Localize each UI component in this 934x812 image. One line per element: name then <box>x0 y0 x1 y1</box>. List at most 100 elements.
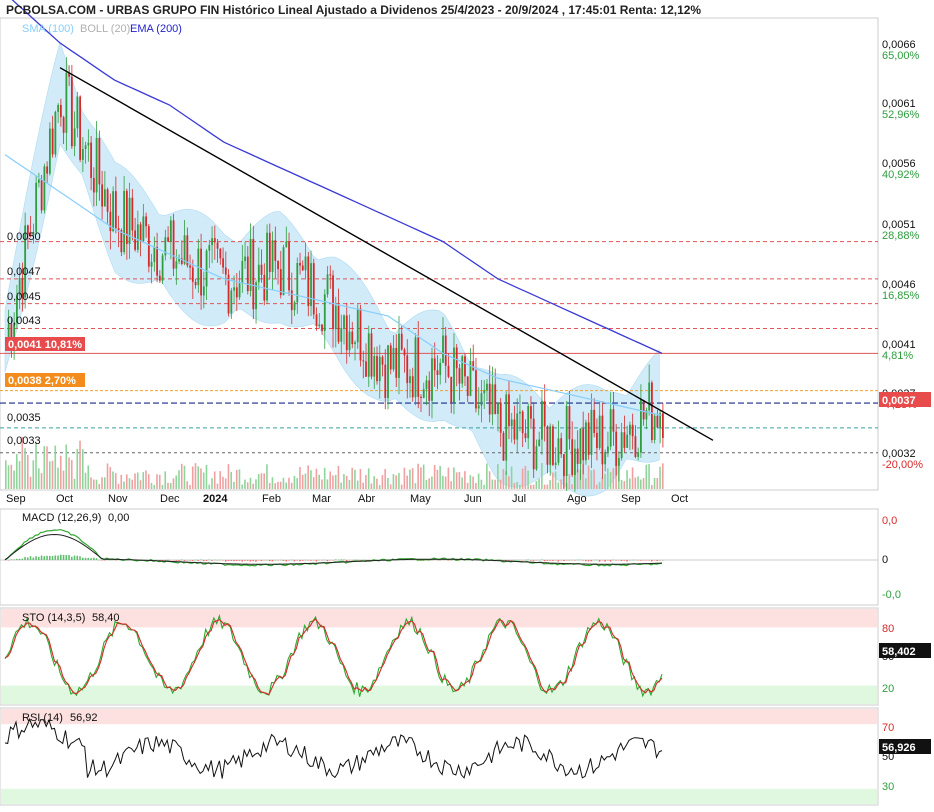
macd-histogram-bar <box>653 560 656 561</box>
candle-body <box>136 224 139 250</box>
volume-bar <box>502 469 505 489</box>
macd-histogram-bar <box>169 560 172 561</box>
macd-histogram-bar <box>293 560 296 562</box>
candle-body <box>491 384 494 415</box>
candle-body <box>296 262 299 303</box>
volume-bar <box>648 464 650 489</box>
volume-bar <box>315 468 318 489</box>
volume-bar <box>340 482 342 489</box>
volume-bar <box>46 446 48 489</box>
candle-body <box>631 424 634 437</box>
macd-histogram-bar <box>81 557 84 560</box>
candle-body <box>530 406 532 419</box>
legend-sma: SMA (100) <box>22 23 74 35</box>
candle-body <box>191 267 194 282</box>
macd-histogram-bar <box>87 557 90 560</box>
candle-body <box>79 96 82 160</box>
macd-histogram-bar <box>241 560 244 562</box>
candle-body <box>244 256 246 262</box>
macd-histogram-bar <box>554 560 557 561</box>
candle-body <box>246 256 249 292</box>
macd-histogram-bar <box>513 559 516 561</box>
volume-bar <box>164 471 167 489</box>
macd-histogram-bar <box>271 560 274 562</box>
volume-bar <box>631 467 634 489</box>
candle-body <box>585 422 587 461</box>
candle-body <box>238 283 241 298</box>
level-label-0043: 0,0043 <box>7 315 41 327</box>
volume-bar <box>238 469 241 489</box>
volume-bar <box>431 476 433 489</box>
candle-body <box>607 446 609 452</box>
macd-histogram-bar <box>180 559 183 560</box>
candle-body <box>81 148 84 160</box>
price-ticks: 0,0066 65,00% 0,0061 52,96% 0,0056 40,92… <box>879 39 931 471</box>
macd-histogram-bar <box>601 560 604 561</box>
candle-body <box>189 265 191 268</box>
candle-body <box>587 422 590 455</box>
volume-bar <box>260 473 263 489</box>
volume-bar <box>659 466 661 489</box>
price-pct: 28,88% <box>882 230 920 242</box>
volume-bar <box>277 481 279 489</box>
candle-body <box>125 190 128 245</box>
volume-bar <box>527 470 529 489</box>
candle-body <box>560 438 563 455</box>
macd-histogram-bar <box>579 559 582 561</box>
macd-histogram-bar <box>615 560 617 561</box>
volume-bar <box>134 473 136 489</box>
volume-bar <box>266 464 268 489</box>
volume-bar <box>598 482 601 489</box>
macd-histogram-bar <box>37 556 40 560</box>
candle-body <box>131 197 134 231</box>
macd-histogram-bar <box>216 560 219 561</box>
macd-histogram-bar <box>90 558 92 560</box>
candle-body <box>354 342 356 345</box>
candle-body <box>442 335 444 363</box>
candle-body <box>37 179 40 183</box>
macd-histogram-bar <box>510 560 513 561</box>
candle-body <box>370 333 373 377</box>
macd-histogram-bar <box>70 556 73 560</box>
candle-body <box>46 166 49 174</box>
candle-body <box>288 241 290 291</box>
candle-body <box>142 216 145 242</box>
candle-body <box>574 448 576 475</box>
candle-body <box>568 406 571 440</box>
volume-bar <box>117 483 120 489</box>
macd-histogram-bar <box>651 560 653 562</box>
macd-histogram-bar <box>334 559 337 560</box>
volume-bar <box>169 483 172 489</box>
macd-histogram-bar <box>24 556 26 560</box>
level-label-0050: 0,0050 <box>7 231 41 243</box>
volume-bar <box>194 463 197 489</box>
volume-bar <box>406 475 408 489</box>
volume-bar <box>18 461 21 489</box>
macd-histogram-bar <box>202 560 205 562</box>
volume-bar <box>211 478 213 489</box>
candle-body <box>640 400 642 453</box>
macd-histogram-bar <box>175 560 178 561</box>
volume-bar <box>387 477 389 489</box>
candle-body <box>282 247 285 296</box>
rsi-tick-70: 70 <box>882 722 894 734</box>
volume-bar <box>510 466 513 489</box>
macd-histogram-bar <box>587 560 590 562</box>
volume-bar <box>417 463 419 489</box>
volume-bar <box>246 482 249 489</box>
macd-histogram-bar <box>565 560 568 561</box>
volume-bar <box>213 471 216 489</box>
macd-histogram-bar <box>323 559 326 561</box>
macd-histogram-bar <box>329 560 331 561</box>
macd-histogram-bar <box>598 560 601 562</box>
volume-bar <box>249 477 252 489</box>
candle-body <box>241 261 244 284</box>
volume-bar <box>585 478 587 489</box>
volume-bar <box>13 470 15 489</box>
macd-histogram-bar <box>224 560 227 562</box>
volume-bar <box>483 484 485 489</box>
volume-bar <box>109 467 112 489</box>
macd-histogram-bar <box>260 560 263 562</box>
macd-histogram-bar <box>574 560 576 561</box>
candle-body <box>252 239 255 310</box>
